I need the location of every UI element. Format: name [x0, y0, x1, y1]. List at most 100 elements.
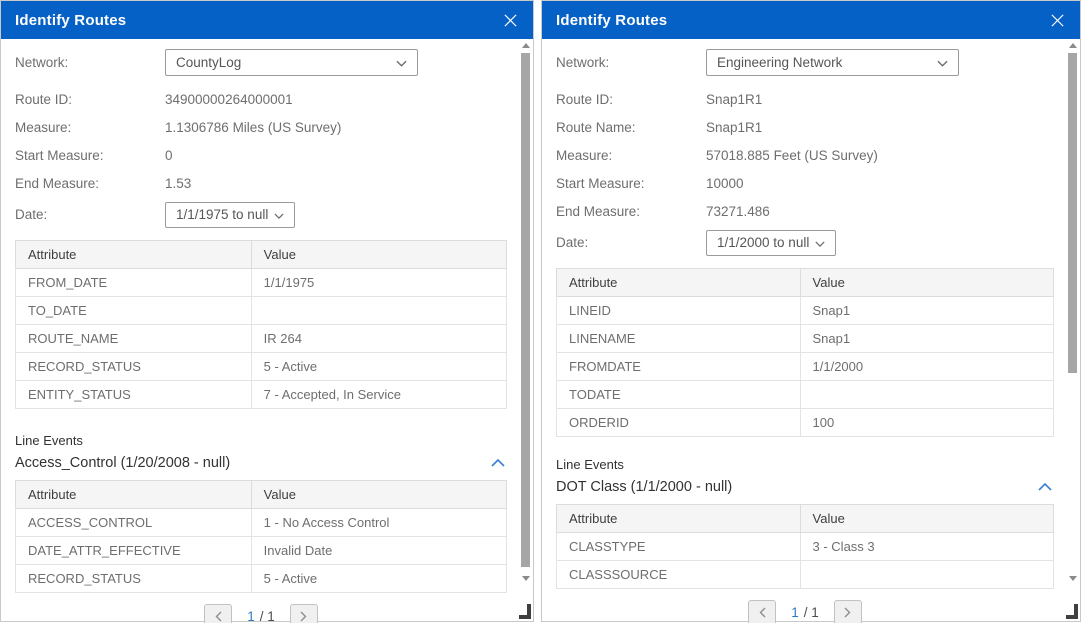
close-icon[interactable] [1047, 10, 1067, 30]
scroll-up-arrow-icon[interactable] [1069, 43, 1077, 48]
route-id-field: Route ID: Snap1R1 [556, 89, 1054, 109]
attribute-cell: RECORD_STATUS [16, 353, 252, 381]
network-field: Network: Engineering Network [556, 49, 1054, 76]
route-id-field: Route ID: 34900000264000001 [15, 89, 507, 109]
chevron-down-icon [815, 235, 825, 250]
value-column-header: Value [800, 505, 1053, 533]
attribute-cell: LINEID [557, 297, 801, 325]
start-measure-value: 0 [165, 148, 173, 163]
network-field: Network: CountyLog [15, 49, 507, 76]
dialog-header: Identify Routes [1, 1, 533, 39]
previous-page-button[interactable] [748, 600, 776, 623]
end-measure-value: 73271.486 [706, 204, 770, 219]
measure-value: 1.1306786 Miles (US Survey) [165, 120, 341, 135]
value-cell: 100 [800, 409, 1053, 437]
scroll-down-arrow-icon[interactable] [1069, 576, 1077, 581]
table-row: ROUTE_NAMEIR 264 [16, 325, 507, 353]
end-measure-value: 1.53 [165, 176, 191, 191]
date-select[interactable]: 1/1/1975 to null [165, 202, 295, 228]
date-select[interactable]: 1/1/2000 to null [706, 230, 836, 256]
previous-page-button[interactable] [204, 604, 232, 623]
table-header-row: Attribute Value [557, 505, 1054, 533]
table-header-row: Attribute Value [557, 269, 1054, 297]
measure-label: Measure: [556, 148, 706, 163]
next-page-button[interactable] [290, 604, 318, 623]
attribute-column-header: Attribute [16, 481, 252, 509]
table-row: RECORD_STATUS5 - Active [16, 353, 507, 381]
attribute-cell: ORDERID [557, 409, 801, 437]
value-column-header: Value [251, 241, 506, 269]
scrollbar-thumb[interactable] [1068, 53, 1077, 373]
date-label: Date: [556, 235, 706, 250]
value-cell: 1/1/1975 [251, 269, 506, 297]
attribute-cell: RECORD_STATUS [16, 565, 252, 593]
current-page: 1 [791, 605, 799, 620]
next-page-button[interactable] [834, 600, 862, 623]
value-cell: 7 - Accepted, In Service [251, 381, 506, 409]
value-column-header: Value [800, 269, 1053, 297]
measure-field: Measure: 57018.885 Feet (US Survey) [556, 145, 1054, 165]
vertical-scrollbar [1068, 43, 1078, 581]
value-cell: 5 - Active [251, 565, 506, 593]
dialog-content: Network: CountyLog Route ID: 34900000264… [1, 39, 533, 623]
line-events-section-title: Access_Control (1/20/2008 - null) [15, 455, 230, 471]
route-id-value: Snap1R1 [706, 92, 762, 107]
line-events-section-header: DOT Class (1/1/2000 - null) [556, 479, 1054, 495]
identify-routes-dialog-left: Identify Routes Network: CountyLog Route… [0, 0, 534, 622]
chevron-down-icon [937, 55, 948, 70]
close-icon[interactable] [500, 10, 520, 30]
table-row: ACCESS_CONTROL1 - No Access Control [16, 509, 507, 537]
pagination: 1 / 1 [556, 600, 1054, 623]
line-events-section-header: Access_Control (1/20/2008 - null) [15, 455, 507, 471]
attribute-column-header: Attribute [16, 241, 252, 269]
resize-grip[interactable] [1066, 604, 1078, 619]
scroll-up-arrow-icon[interactable] [522, 43, 530, 48]
total-pages: / 1 [260, 609, 275, 623]
network-select[interactable]: CountyLog [165, 49, 418, 76]
table-row: LINENAMESnap1 [557, 325, 1054, 353]
resize-grip[interactable] [519, 604, 531, 619]
chevron-up-icon[interactable] [1036, 481, 1054, 493]
network-select-value: Engineering Network [717, 55, 842, 70]
table-row: TO_DATE [16, 297, 507, 325]
line-events-label: Line Events [556, 457, 1054, 472]
identify-routes-dialog-right: Identify Routes Network: Engineering Net… [541, 0, 1081, 622]
attribute-cell: TODATE [557, 381, 801, 409]
scroll-down-arrow-icon[interactable] [522, 576, 530, 581]
page-indicator: 1 / 1 [791, 605, 819, 620]
network-select-value: CountyLog [176, 55, 241, 70]
table-row: RECORD_STATUS5 - Active [16, 565, 507, 593]
route-name-value: Snap1R1 [706, 120, 762, 135]
network-select[interactable]: Engineering Network [706, 49, 959, 76]
table-row: FROM_DATE1/1/1975 [16, 269, 507, 297]
attribute-cell: ACCESS_CONTROL [16, 509, 252, 537]
attribute-column-header: Attribute [557, 505, 801, 533]
table-row: CLASSSOURCE [557, 561, 1054, 589]
value-cell [800, 561, 1053, 589]
attribute-cell: CLASSTYPE [557, 533, 801, 561]
route-name-label: Route Name: [556, 120, 706, 135]
route-name-field: Route Name: Snap1R1 [556, 117, 1054, 137]
page-indicator: 1 / 1 [247, 609, 275, 623]
value-cell: 1/1/2000 [800, 353, 1053, 381]
measure-field: Measure: 1.1306786 Miles (US Survey) [15, 117, 507, 137]
value-cell: Invalid Date [251, 537, 506, 565]
scrollbar-thumb[interactable] [521, 53, 530, 567]
value-column-header: Value [251, 481, 506, 509]
chevron-up-icon[interactable] [489, 457, 507, 469]
value-cell: Snap1 [800, 325, 1053, 353]
end-measure-field: End Measure: 73271.486 [556, 201, 1054, 221]
table-row: TODATE [557, 381, 1054, 409]
attribute-cell: ENTITY_STATUS [16, 381, 252, 409]
date-select-value: 1/1/2000 to null [717, 235, 809, 250]
attribute-cell: LINENAME [557, 325, 801, 353]
dialog-content: Network: Engineering Network Route ID: S… [542, 39, 1080, 623]
date-field: Date: 1/1/2000 to null [556, 229, 1054, 256]
start-measure-label: Start Measure: [15, 148, 165, 163]
dialog-header: Identify Routes [542, 1, 1080, 39]
chevron-down-icon [396, 55, 407, 70]
end-measure-label: End Measure: [15, 176, 165, 191]
measure-value: 57018.885 Feet (US Survey) [706, 148, 878, 163]
value-cell [800, 381, 1053, 409]
value-cell: 1 - No Access Control [251, 509, 506, 537]
